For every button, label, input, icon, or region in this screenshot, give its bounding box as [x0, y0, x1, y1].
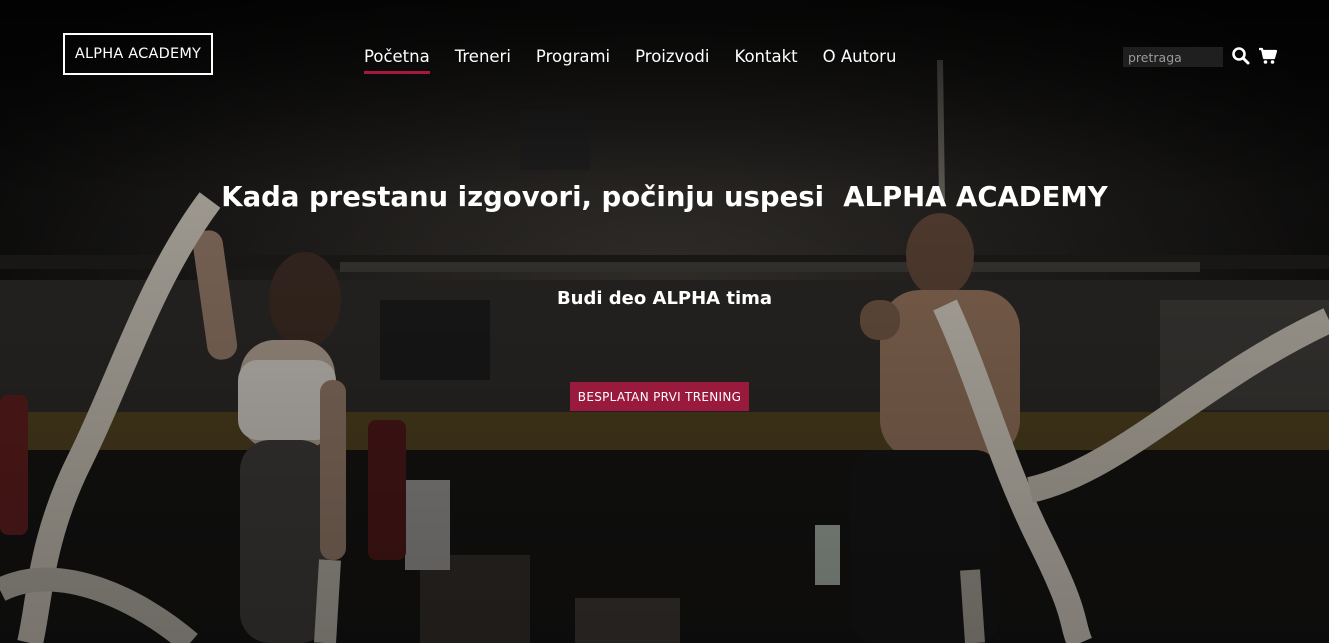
nav-item-proizvodi[interactable]: Proizvodi — [635, 46, 709, 70]
search-icon[interactable] — [1231, 46, 1251, 66]
hero-headline: Kada prestanu izgovori, počinju uspesi A… — [221, 181, 1108, 213]
hero-background-image — [0, 0, 1329, 643]
nav-item-treneri[interactable]: Treneri — [455, 46, 511, 70]
nav-item-programi[interactable]: Programi — [536, 46, 610, 70]
hero-subheadline: Budi deo ALPHA tima — [556, 288, 773, 309]
nav-item-kontakt[interactable]: Kontakt — [734, 46, 797, 70]
free-first-training-button[interactable]: BESPLATAN PRVI TRENING — [570, 382, 749, 411]
logo[interactable]: ALPHA ACADEMY — [63, 33, 213, 75]
nav-item-pocetna[interactable]: Početna — [364, 46, 430, 74]
search-input[interactable] — [1123, 47, 1223, 67]
logo-text: ALPHA ACADEMY — [74, 46, 202, 62]
cart-icon[interactable] — [1258, 46, 1278, 66]
main-nav: Početna Treneri Programi Proizvodi Konta… — [364, 46, 921, 74]
nav-item-o-autoru[interactable]: O Autoru — [823, 46, 897, 70]
